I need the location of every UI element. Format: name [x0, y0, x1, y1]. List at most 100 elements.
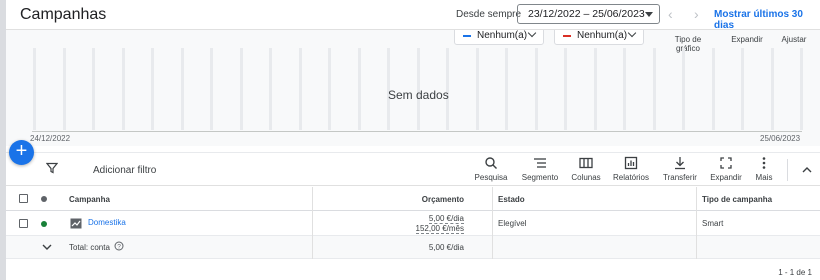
campaign-type-cell: Smart: [702, 219, 724, 228]
col-header-campaign[interactable]: Campanha: [69, 195, 110, 204]
no-data-message: Sem dados: [388, 88, 449, 102]
more-button[interactable]: Mais: [752, 156, 776, 182]
total-budget: 5,00 €/dia: [428, 243, 464, 252]
chart-grid-stripe: [505, 48, 508, 130]
chart-grid-stripe: [239, 48, 243, 130]
performance-chart: Nenhum(a) Nenhum(a) Tipo de gráfico Expa…: [6, 25, 820, 146]
campaigns-page: Campanhas Desde sempre 23/12/2022 – 25/0…: [6, 0, 820, 280]
expand-button[interactable]: Expandir: [708, 156, 744, 182]
chevron-right-icon[interactable]: ›: [694, 6, 699, 22]
date-range-label: Desde sempre: [456, 9, 522, 20]
chevron-up-icon[interactable]: [801, 165, 813, 175]
x-axis-end-label: 25/06/2023: [760, 134, 801, 143]
date-range-picker[interactable]: 23/12/2022 – 25/06/2023: [517, 4, 660, 24]
status-cell: Elegível: [498, 219, 527, 228]
x-axis-start-label: 24/12/2022: [30, 134, 71, 143]
columns-button[interactable]: Colunas: [568, 156, 604, 182]
total-label: Total: conta: [69, 243, 110, 252]
budget-monthly: 152,00 €/mês: [415, 224, 464, 234]
campaign-name-link[interactable]: Domestika: [88, 218, 126, 227]
chart-grid-stripe: [593, 48, 597, 130]
chart-adjust-button[interactable]: Ajustar: [778, 35, 810, 44]
add-filter-button[interactable]: Adicionar filtro: [93, 165, 156, 176]
column-divider: [696, 211, 697, 236]
add-campaign-button[interactable]: +: [9, 140, 34, 165]
chevron-down-icon[interactable]: [42, 243, 52, 251]
chevron-down-icon: [527, 28, 537, 38]
chart-grid-stripe: [770, 48, 774, 130]
chart-grid-stripe: [652, 48, 656, 130]
chart-grid-stripe: [180, 48, 184, 130]
chart-grid-stripe: [92, 48, 95, 130]
reports-button[interactable]: Relatórios: [612, 156, 650, 182]
col-header-campaign-type[interactable]: Tipo de campanha: [702, 195, 772, 204]
chevron-down-icon: [627, 28, 637, 38]
chart-expand-button[interactable]: Expandir: [728, 35, 766, 44]
status-dot-header: [41, 196, 47, 202]
chart-grid-stripe: [210, 48, 213, 130]
column-divider: [492, 187, 493, 211]
chart-grid-stripe: [564, 48, 567, 130]
budget-daily: 5,00 €/dia: [428, 214, 464, 224]
total-row: Total: conta ? 5,00 €/dia: [6, 236, 820, 259]
download-icon: [675, 157, 685, 170]
column-divider: [492, 211, 493, 236]
date-range-value: 23/12/2022 – 25/06/2023: [528, 8, 645, 20]
smart-campaign-icon: [70, 218, 82, 229]
metric-1-color-swatch: [463, 35, 471, 37]
help-icon[interactable]: ?: [114, 241, 124, 251]
segment-button[interactable]: Segmento: [520, 156, 560, 182]
reports-label: Relatórios: [612, 173, 649, 182]
chart-grid-stripe: [151, 48, 154, 130]
segment-label: Segmento: [521, 173, 559, 182]
column-divider: [492, 236, 493, 259]
show-last-30-days-link[interactable]: Mostrar últimos 30 dias: [714, 9, 820, 31]
column-divider: [696, 236, 697, 259]
dropdown-caret-icon: [645, 12, 653, 17]
chart-grid-stripe: [298, 48, 302, 130]
table-header-row: Campanha Orçamento Estado Tipo de campan…: [6, 187, 820, 211]
chart-grid-stripe: [475, 48, 479, 130]
status-dot-enabled: [41, 221, 47, 227]
select-all-checkbox[interactable]: [19, 194, 28, 203]
col-header-status[interactable]: Estado: [498, 195, 525, 204]
filter-icon[interactable]: [46, 162, 58, 174]
segment-icon: [534, 158, 546, 168]
chart-grid-stripe: [269, 48, 272, 130]
row-checkbox[interactable]: [19, 219, 28, 228]
col-header-budget[interactable]: Orçamento: [312, 195, 464, 204]
search-label: Pesquisa: [474, 173, 508, 182]
budget-cell[interactable]: 5,00 €/dia 152,00 €/mês: [312, 214, 464, 234]
page-title: Campanhas: [20, 6, 107, 23]
chart-grid-stripe: [357, 48, 361, 130]
chart-grid-stripe: [800, 48, 803, 130]
chevron-left-icon[interactable]: ‹: [668, 6, 673, 22]
chart-grid-stripe: [62, 48, 66, 130]
download-button[interactable]: Transferir: [660, 156, 700, 182]
chart-grid-stripe: [623, 48, 626, 130]
metric-1-label: Nenhum(a): [477, 30, 528, 41]
chart-grid-stripe: [121, 48, 125, 130]
toolbar-divider: [787, 159, 788, 181]
reports-icon: [624, 156, 638, 170]
expand-label: Expandir: [710, 173, 742, 182]
fullscreen-icon: [720, 157, 732, 169]
search-icon: [485, 157, 497, 169]
column-divider: [696, 187, 697, 211]
search-button[interactable]: Pesquisa: [473, 156, 509, 182]
columns-icon: [579, 157, 593, 169]
chart-grid-stripe: [711, 48, 715, 130]
table-toolbar: Adicionar filtro Pesquisa Segmento Colun…: [6, 152, 820, 186]
chart-grid-stripe: [328, 48, 331, 130]
page-header: Campanhas Desde sempre 23/12/2022 – 25/0…: [6, 0, 820, 31]
table-row: Domestika 5,00 €/dia 152,00 €/mês Elegív…: [6, 211, 820, 236]
chart-grid-stripe: [682, 48, 685, 130]
metric-2-label: Nenhum(a): [577, 30, 628, 41]
svg-text:?: ?: [117, 244, 121, 251]
download-label: Transferir: [663, 173, 697, 182]
chart-grid-stripe: [33, 48, 36, 130]
more-label: Mais: [755, 173, 773, 182]
metric-2-color-swatch: [563, 35, 571, 37]
chart-x-axis: [32, 131, 802, 132]
pagination-info: 1 - 1 de 1: [778, 268, 812, 277]
